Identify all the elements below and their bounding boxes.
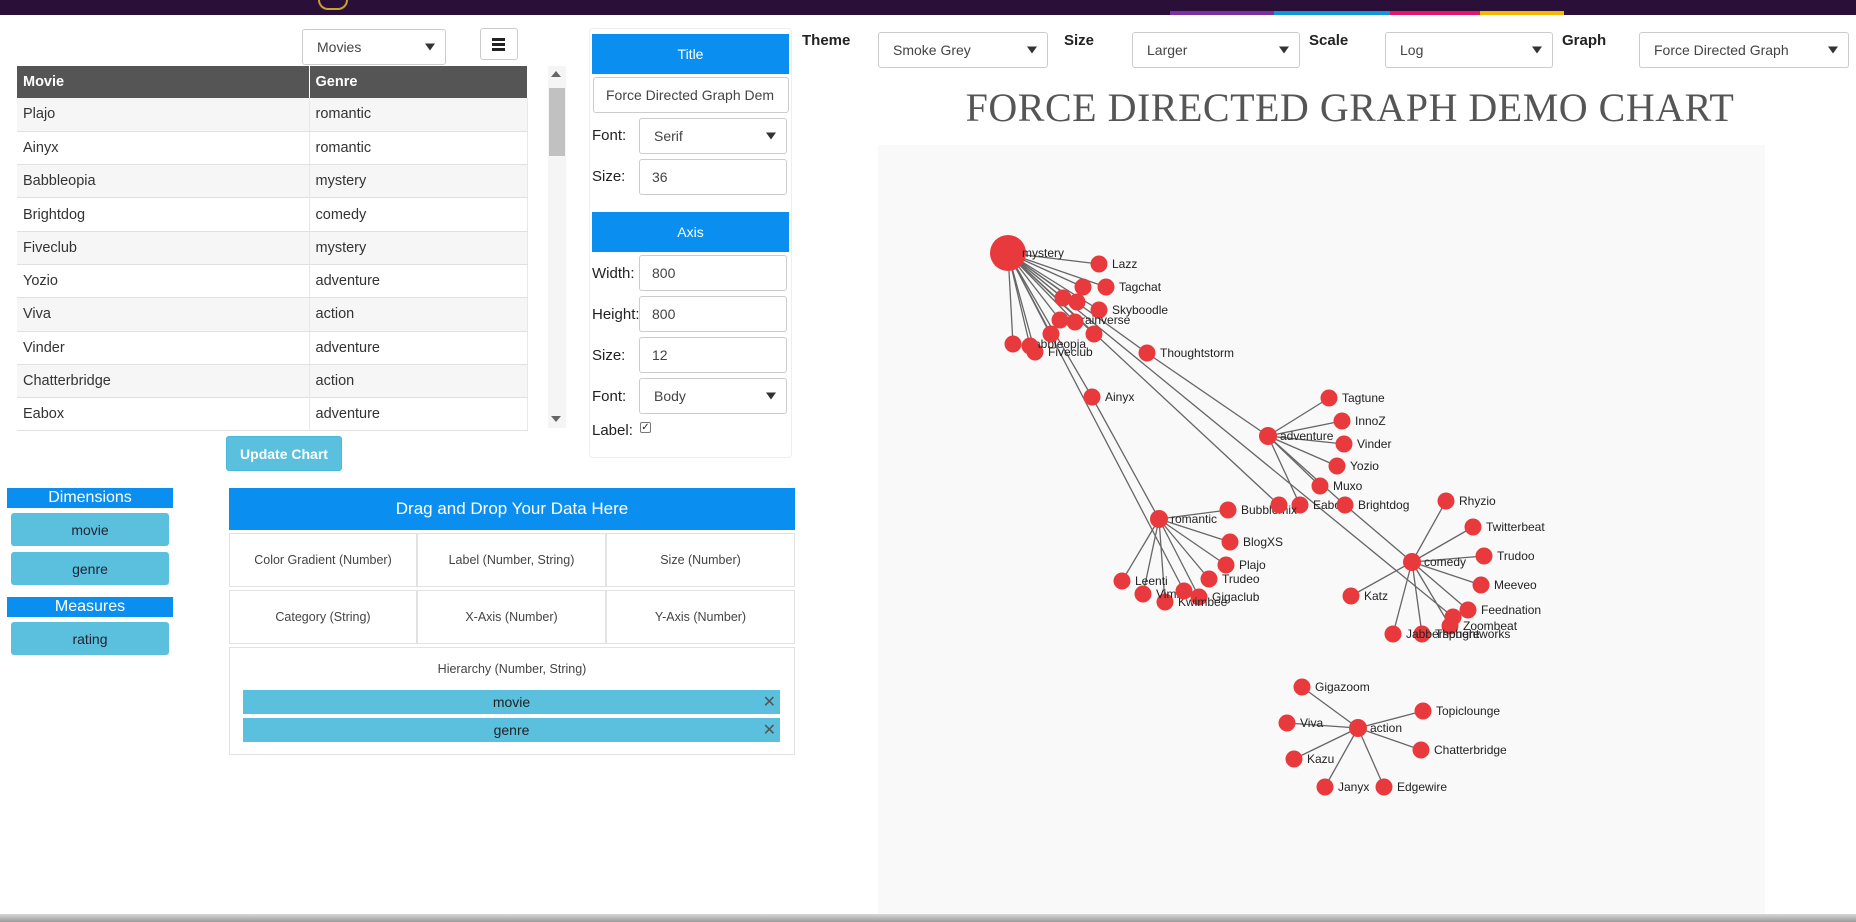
graph-node-label: Viva (1300, 716, 1323, 730)
graph-node-label: Twitterbeat (1486, 520, 1545, 534)
graph-link (1357, 727, 1385, 788)
graph-node-label: Plajo (1239, 558, 1266, 572)
graph-node-label: Tagtune (1342, 391, 1385, 405)
graph-node[interactable] (1219, 501, 1237, 519)
graph-node[interactable] (1278, 714, 1296, 732)
graph-hub-label: mystery (1022, 246, 1064, 260)
graph-node[interactable] (1097, 278, 1115, 296)
graph-node-label: Kazu (1307, 752, 1334, 766)
graph-node[interactable] (1042, 325, 1060, 343)
graph-node[interactable] (1090, 255, 1108, 273)
graph-node[interactable] (1068, 293, 1086, 311)
graph-link (1091, 396, 1160, 520)
graph-hub-node[interactable] (1150, 510, 1168, 528)
graph-hub-node[interactable] (990, 235, 1026, 271)
graph-node[interactable] (1004, 335, 1022, 353)
graph-hub-node[interactable] (1349, 719, 1367, 737)
graph-node[interactable] (1384, 625, 1402, 643)
graph-hub-node[interactable] (1403, 553, 1421, 571)
graph-node[interactable] (1113, 572, 1131, 590)
window-bottom-edge (0, 914, 1856, 922)
graph-node-label: Brightdog (1358, 498, 1409, 512)
graph-node[interactable] (1412, 741, 1430, 759)
graph-node-label: BlogXS (1243, 535, 1283, 549)
graph-node[interactable] (1083, 388, 1101, 406)
graph-node[interactable] (1311, 477, 1329, 495)
graph-node-label: Leenti (1135, 574, 1168, 588)
graph-node-label: Yozio (1350, 459, 1379, 473)
graph-link (1158, 518, 1210, 580)
graph-link (1411, 561, 1469, 611)
graph-node-label: Feednation (1481, 603, 1541, 617)
graph-node-label: Lazz (1112, 257, 1137, 271)
graph-node-label: Meeveo (1494, 578, 1537, 592)
graph-node[interactable] (1414, 702, 1432, 720)
graph-node[interactable] (1175, 582, 1193, 600)
graph-node[interactable] (1134, 585, 1152, 603)
graph-hub-label: action (1370, 721, 1402, 735)
graph-hub-label: romantic (1171, 512, 1217, 526)
graph-node-label: Chatterbridge (1434, 743, 1507, 757)
graph-link (1411, 561, 1423, 635)
graph-node[interactable] (1459, 601, 1477, 619)
graph-node[interactable] (1074, 278, 1092, 296)
graph-node[interactable] (1464, 518, 1482, 536)
graph-node[interactable] (1066, 313, 1084, 331)
graph-node-label: Vinder (1357, 437, 1391, 451)
graph-node-label: Ainyx (1105, 390, 1134, 404)
graph-link (1267, 435, 1301, 506)
graph-node[interactable] (1217, 556, 1235, 574)
graph-link (1146, 352, 1269, 437)
graph-node[interactable] (1437, 492, 1455, 510)
graph-node-label: Jabbersphere (1406, 627, 1480, 641)
graph-link (1344, 504, 1413, 563)
graph-node-label: Trudoo (1497, 549, 1535, 563)
graph-node[interactable] (1051, 311, 1069, 329)
graph-node-label: Topiclounge (1436, 704, 1500, 718)
graph-node-label: Katz (1364, 589, 1388, 603)
graph-link (1392, 561, 1413, 635)
graph-link (1411, 561, 1451, 627)
graph-node-label: Janyx (1338, 780, 1369, 794)
graph-node[interactable] (1475, 547, 1493, 565)
graph-link (1121, 518, 1160, 582)
graph-node[interactable] (1316, 778, 1334, 796)
graph-node-label: Tagchat (1119, 280, 1162, 294)
graph-node-label: Trudeo (1222, 572, 1260, 586)
force-directed-graph: LazzTagchatSkyboodleBrainverseFiveclubBa… (990, 235, 1545, 796)
graph-node-label: Bubblemix (1241, 503, 1297, 517)
graph-node[interactable] (1200, 570, 1218, 588)
graph-node[interactable] (1328, 457, 1346, 475)
graph-node[interactable] (1472, 576, 1490, 594)
graph-node[interactable] (1335, 435, 1353, 453)
graph-node-label: Thoughtstorm (1160, 346, 1234, 360)
graph-node[interactable] (1138, 344, 1156, 362)
graph-node[interactable] (1293, 678, 1311, 696)
graph-node[interactable] (1085, 325, 1103, 343)
graph-node[interactable] (1342, 587, 1360, 605)
graph-node-label: Edgewire (1397, 780, 1447, 794)
graph-hub-node[interactable] (1259, 427, 1277, 445)
graph-hub-label: adventure (1280, 429, 1334, 443)
graph-hub-label: comedy (1424, 555, 1466, 569)
graph-node[interactable] (1444, 608, 1462, 626)
graph-node[interactable] (1375, 778, 1393, 796)
graph-node[interactable] (1270, 496, 1288, 514)
graph-node-label: InnoZ (1355, 414, 1386, 428)
graph-node[interactable] (1021, 337, 1039, 355)
graph-node[interactable] (1333, 412, 1351, 430)
graph-node[interactable] (1336, 496, 1354, 514)
graph-node[interactable] (1285, 750, 1303, 768)
graph-node-label: Rhyzio (1459, 494, 1496, 508)
graph-node[interactable] (1320, 389, 1338, 407)
graph-node[interactable] (1221, 533, 1239, 551)
graph-node-label: Muxo (1333, 479, 1363, 493)
graph-node-label: Gigazoom (1315, 680, 1370, 694)
